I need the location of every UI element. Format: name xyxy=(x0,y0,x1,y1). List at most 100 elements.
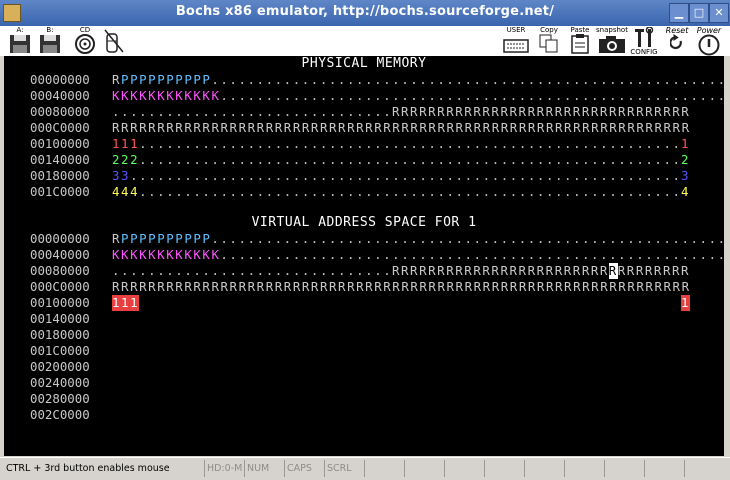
memory-cells: RRRRRRRRRRRRRRRRRRRRRRRRRRRRRRRRRRRRRRRR… xyxy=(112,120,690,136)
memory-segment: 444 xyxy=(112,184,140,199)
memory-segment: RRRRRRRR xyxy=(617,263,690,278)
status-slot xyxy=(684,460,726,477)
mouse-icon xyxy=(104,29,124,53)
status-slot xyxy=(564,460,604,477)
snapshot-button[interactable]: snapshot xyxy=(595,26,629,56)
memory-cells: 444.....................................… xyxy=(112,184,690,200)
status-slot xyxy=(524,460,564,477)
memory-cells xyxy=(112,407,690,423)
maximize-button[interactable]: □ xyxy=(689,3,709,23)
memory-address: 001C0000 xyxy=(30,184,90,199)
memory-segment: KKKKKKKKKKKK xyxy=(112,247,221,262)
memory-cells xyxy=(112,375,690,391)
memory-address: 00180000 xyxy=(30,168,90,183)
memory-segment: RRRRRRRRRRRRRRRRRRRRRRRRRRRRRRRRRRRRRRRR… xyxy=(112,120,690,135)
memory-segment: PPPPPPPPPP xyxy=(121,72,212,87)
power-icon xyxy=(698,34,720,56)
cdrom-label: CD xyxy=(79,26,91,34)
memory-segment: 4 xyxy=(680,184,690,199)
copy-label: Copy xyxy=(540,26,558,34)
power-button[interactable]: Power xyxy=(692,26,726,56)
user-button[interactable]: USER xyxy=(500,26,532,56)
memory-address: 00040000 xyxy=(30,88,90,103)
emulator-display[interactable]: PHYSICAL MEMORY 00000000 R PPPPPPPPPP.....… xyxy=(4,56,724,456)
memory-address: 00140000 xyxy=(30,152,90,167)
reset-button[interactable]: Reset xyxy=(662,26,692,56)
memory-address: 00040000 xyxy=(30,247,90,262)
memory-segment: R xyxy=(112,231,122,246)
memory-cells: R PPPPPPPPPP.............................… xyxy=(112,231,724,247)
cdrom-icon xyxy=(75,34,95,54)
snapshot-label: snapshot xyxy=(596,26,628,34)
virtual-address-space-heading: VIRTUAL ADDRESS SPACE FOR 1 xyxy=(251,215,477,230)
memory-segment xyxy=(139,295,681,311)
memory-segment: 2 xyxy=(680,152,690,167)
hd-indicator: HD:0-M xyxy=(204,460,244,477)
title-bar[interactable]: Bochs x86 emulator, http://bochs.sourcef… xyxy=(0,0,730,26)
memory-address: 00000000 xyxy=(30,231,90,246)
copy-icon xyxy=(539,34,558,53)
memory-segment: ........................................… xyxy=(211,72,724,87)
status-message: CTRL + 3rd button enables mouse xyxy=(6,463,170,474)
memory-cells xyxy=(112,327,690,343)
memory-cells: ............................... RRRRRRRRR… xyxy=(112,263,690,279)
mouse-button[interactable] xyxy=(100,26,128,56)
bochs-window: Bochs x86 emulator, http://bochs.sourcef… xyxy=(0,0,730,480)
memory-segment: 33 xyxy=(112,168,131,183)
memory-segment: 3 xyxy=(680,168,690,183)
memory-segment: ............................... xyxy=(112,104,392,119)
memory-segment: ........................................… xyxy=(130,168,681,183)
floppy-a-button[interactable]: A: xyxy=(6,26,34,56)
memory-segment: RRRRRRRRRRRRRRRRRRRRRRRR xyxy=(391,263,609,278)
status-slot xyxy=(604,460,644,477)
memory-segment: 1 xyxy=(680,295,690,311)
config-label: CONFIG xyxy=(630,48,658,56)
floppy-disk-icon xyxy=(40,35,60,53)
memory-segment: ........................................… xyxy=(139,184,681,199)
status-slot xyxy=(484,460,524,477)
memory-address: 00100000 xyxy=(30,295,90,310)
copy-button[interactable]: Copy xyxy=(535,26,563,56)
memory-cells xyxy=(112,311,690,327)
config-tools-icon xyxy=(635,27,654,47)
window-title: Bochs x86 emulator, http://bochs.sourcef… xyxy=(175,4,555,19)
floppy-b-button[interactable]: B: xyxy=(36,26,64,56)
memory-cells: 111.....................................… xyxy=(112,136,690,152)
reset-icon xyxy=(670,34,682,50)
memory-segment: RRRRRRRRRRRRRRRRRRRRRRRRRRRRRRRRRRRRRRRR… xyxy=(112,279,690,294)
memory-cells: 222.....................................… xyxy=(112,152,690,168)
status-bar: CTRL + 3rd button enables mouse HD:0-M N… xyxy=(0,457,730,480)
memory-cells xyxy=(112,359,690,375)
keyboard-icon xyxy=(503,39,529,53)
memory-cells: ............................... RRRRRRRRR… xyxy=(112,104,690,120)
memory-cells: RRRRRRRRRRRRRRRRRRRRRRRRRRRRRRRRRRRRRRRR… xyxy=(112,279,690,295)
floppy-b-label: B: xyxy=(46,26,54,34)
status-slot xyxy=(364,460,404,477)
camera-icon xyxy=(599,36,625,53)
memory-cells: KKKKKKKKKKKK............................… xyxy=(112,247,724,263)
memory-segment: 111 xyxy=(112,136,140,151)
text-cursor: R xyxy=(608,263,618,279)
physical-memory-heading: PHYSICAL MEMORY xyxy=(301,56,427,71)
paste-button[interactable]: Paste xyxy=(566,26,594,56)
memory-address: 00080000 xyxy=(30,263,90,278)
memory-cells xyxy=(112,343,690,359)
minimize-button[interactable]: ▁ xyxy=(669,3,689,23)
memory-segment: ............................... xyxy=(112,263,392,278)
close-button[interactable]: ✕ xyxy=(709,3,729,23)
paste-icon xyxy=(571,34,589,54)
memory-address: 002C0000 xyxy=(30,407,90,422)
scroll-lock-indicator: SCRL xyxy=(324,460,364,477)
memory-address: 00080000 xyxy=(30,104,90,119)
memory-address: 000C0000 xyxy=(30,279,90,294)
status-slot xyxy=(644,460,684,477)
memory-address: 00180000 xyxy=(30,327,90,342)
config-button[interactable]: CONFIG xyxy=(629,26,659,56)
memory-cells: R PPPPPPPPPP.............................… xyxy=(112,72,724,88)
cdrom-button[interactable]: CD xyxy=(70,26,100,56)
memory-address: 00140000 xyxy=(30,311,90,326)
floppy-a-label: A: xyxy=(16,26,24,34)
memory-cells: KKKKKKKKKKKK............................… xyxy=(112,88,724,104)
memory-address: 00240000 xyxy=(30,375,90,390)
memory-segment: 111 xyxy=(112,295,140,311)
